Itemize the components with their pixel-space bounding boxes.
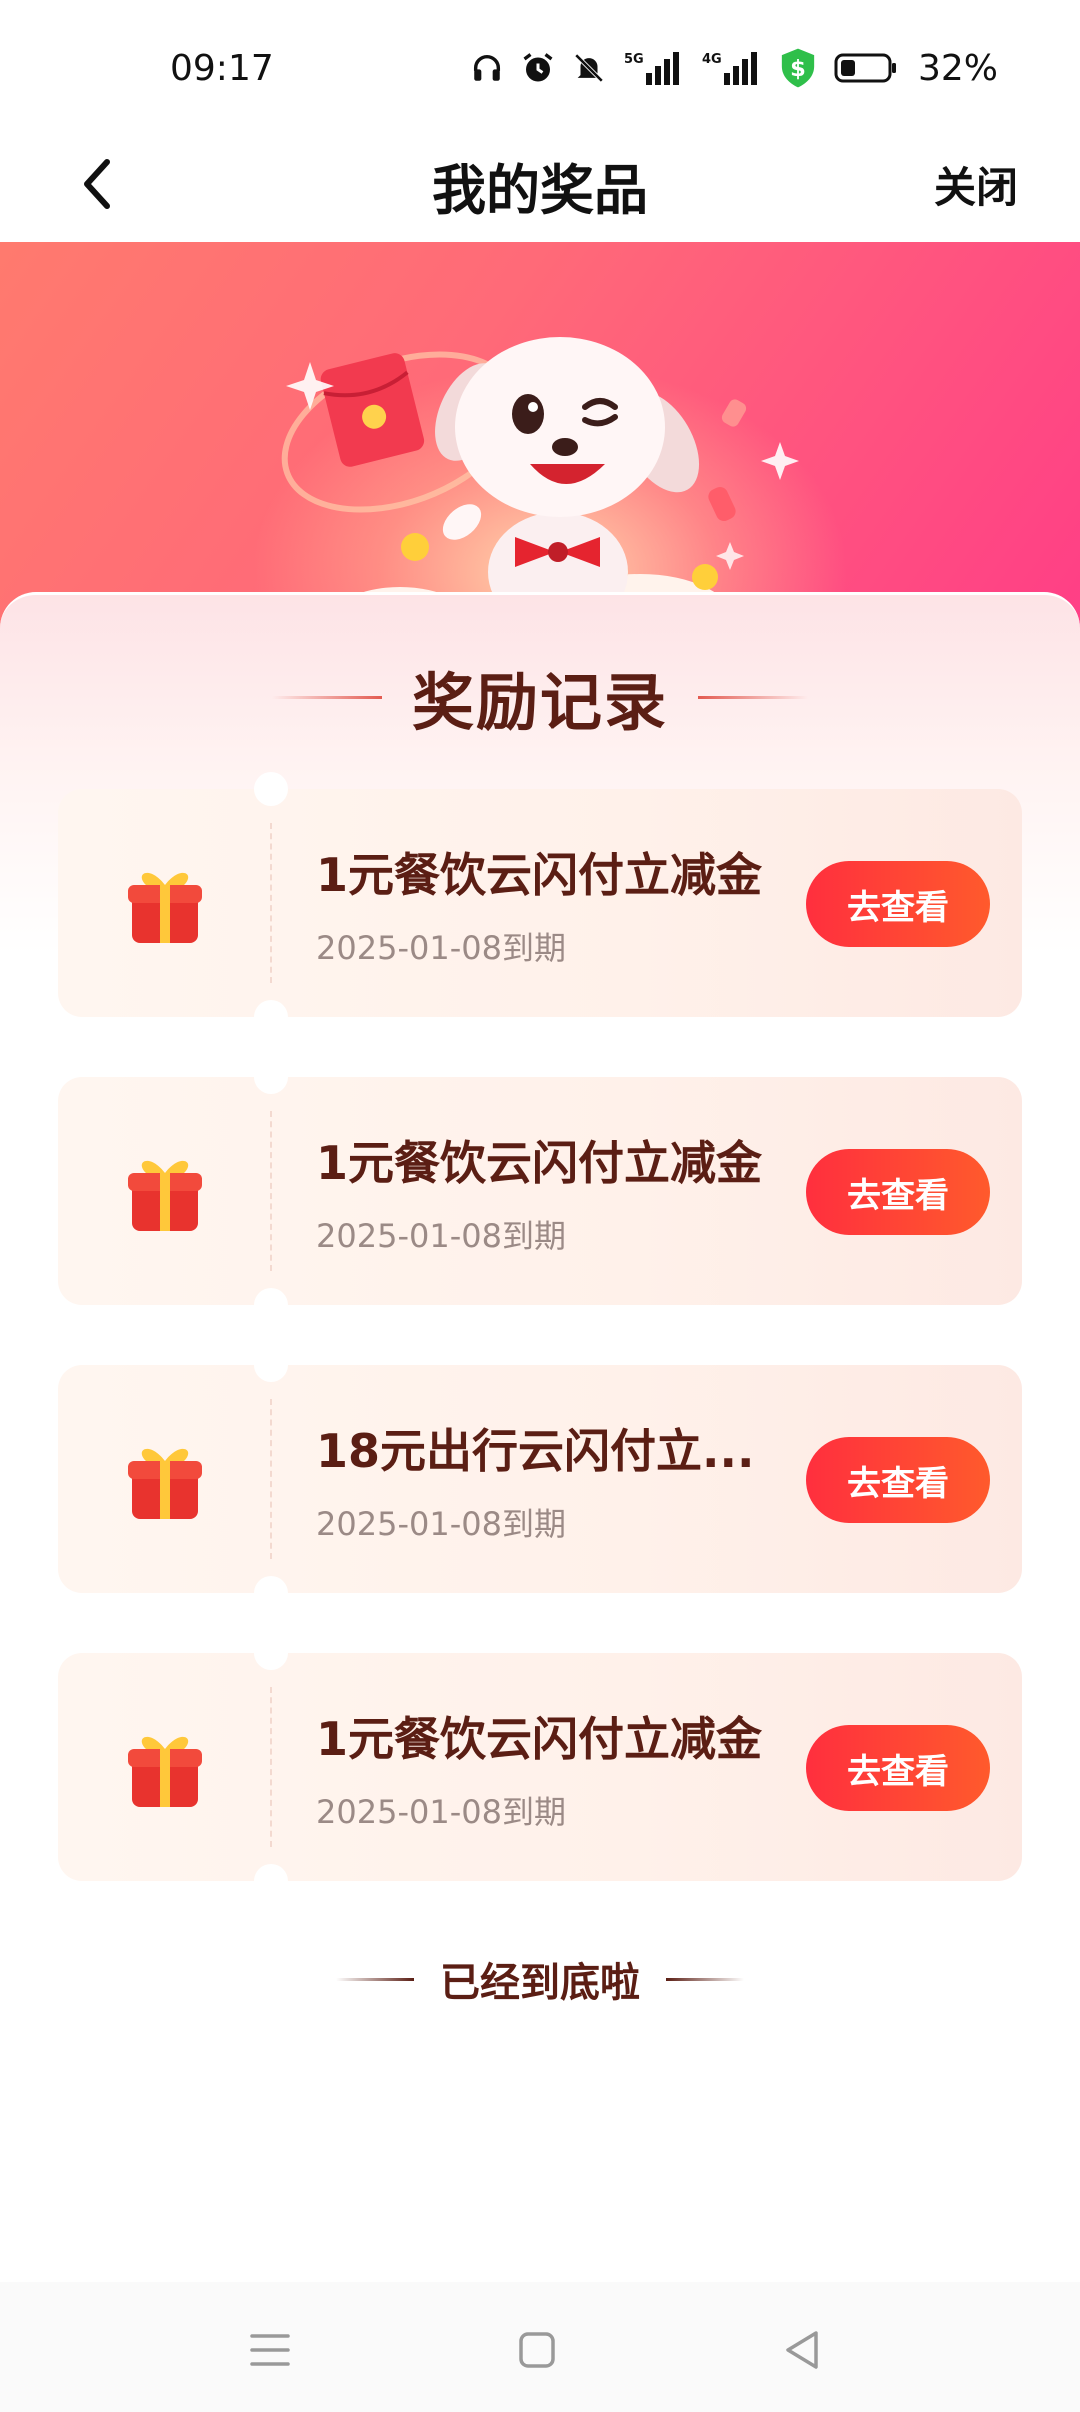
menu-button[interactable] [240,2322,300,2382]
gift-box-icon [120,1147,210,1237]
mute-icon [572,51,606,85]
status-bar: 09:17 5G 4G $ 32% [0,0,1080,130]
gift-box-icon [120,1723,210,1813]
divider-line [336,1977,414,1981]
headphones-icon [470,51,504,85]
ticket-notch [254,1576,288,1610]
dashed-divider [270,1687,272,1847]
ticket-notch [254,1000,288,1034]
menu-icon [248,2330,292,2374]
page-title: 我的奖品 [432,159,648,222]
svg-text:4G: 4G [702,52,722,67]
view-prize-button[interactable]: 去查看 [806,861,990,947]
home-square-icon [517,2330,557,2374]
system-nav-bar [0,2282,1080,2412]
alarm-icon [520,50,556,86]
home-button[interactable] [507,2322,567,2382]
prize-expiry: 2025-01-08到期 [316,1793,566,1831]
prize-expiry: 2025-01-08到期 [316,929,566,967]
reward-panel: 奖励记录 1元餐饮云闪付立减金 2025-01-08到期 去查看 1元餐饮云闪付… [0,592,1080,2282]
dashed-divider [270,823,272,983]
ticket-notch [254,1060,288,1094]
view-prize-button[interactable]: 去查看 [806,1725,990,1811]
list-end-text: 已经到底啦 [440,1960,640,2006]
shield-dollar-icon: $ [778,47,818,89]
status-time: 09:17 [170,48,274,89]
ticket-notch [254,1636,288,1670]
nav-bar: 我的奖品 关闭 [0,130,1080,242]
svg-text:5G: 5G [624,52,644,67]
battery-icon [834,51,898,85]
section-title: 奖励记录 [411,666,668,739]
prize-name: 1元餐饮云闪付立减金 [316,1136,763,1190]
view-prize-button[interactable]: 去查看 [806,1437,990,1523]
prize-card: 1元餐饮云闪付立减金 2025-01-08到期 去查看 [58,772,1022,1034]
prize-card: 1元餐饮云闪付立减金 2025-01-08到期 去查看 [58,1636,1022,1898]
sparkle-icon [716,542,744,570]
dashed-divider [270,1111,272,1271]
view-prize-button[interactable]: 去查看 [806,1149,990,1235]
petal-deco [721,399,747,427]
close-button[interactable]: 关闭 [934,154,1018,215]
ticket-notch [254,772,288,806]
ticket-notch [254,1288,288,1322]
petal-deco [708,486,736,522]
section-header: 奖励记录 [0,657,1080,739]
system-back-button[interactable] [772,2322,832,2382]
sparkle-icon [761,442,799,480]
ticket-notch [254,1864,288,1898]
prize-name: 1元餐饮云闪付立减金 [316,848,763,902]
divider-line [666,1977,744,1981]
status-icons: 5G 4G $ 32% [470,44,998,92]
prize-expiry: 2025-01-08到期 [316,1217,566,1255]
svg-text:$: $ [790,56,806,82]
prize-name: 1元餐饮云闪付立减金 [316,1712,763,1766]
ticket-notch [254,1348,288,1382]
coin-deco [692,564,718,590]
hero-banner [0,242,1080,642]
prize-name: 18元出行云闪付立... [316,1424,755,1478]
signal-4g-icon: 4G [700,49,762,87]
back-triangle-icon [782,2329,822,2375]
prize-card: 1元餐饮云闪付立减金 2025-01-08到期 去查看 [58,1060,1022,1322]
prize-expiry: 2025-01-08到期 [316,1505,566,1543]
gift-box-icon [120,1435,210,1525]
divider-line [271,695,382,699]
red-envelope-icon [320,353,425,467]
dashed-divider [270,1399,272,1559]
coin-deco [401,533,429,561]
hero-illustration [281,337,799,642]
prize-card: 18元出行云闪付立... 2025-01-08到期 去查看 [58,1348,1022,1610]
prize-list: 1元餐饮云闪付立减金 2025-01-08到期 去查看 1元餐饮云闪付立减金 2… [58,772,1022,1941]
divider-line [698,695,808,699]
list-end-indicator: 已经到底啦 [0,1949,1080,2009]
signal-5g-icon: 5G [622,49,684,87]
gift-box-icon [120,859,210,949]
battery-percent: 32% [917,47,998,89]
